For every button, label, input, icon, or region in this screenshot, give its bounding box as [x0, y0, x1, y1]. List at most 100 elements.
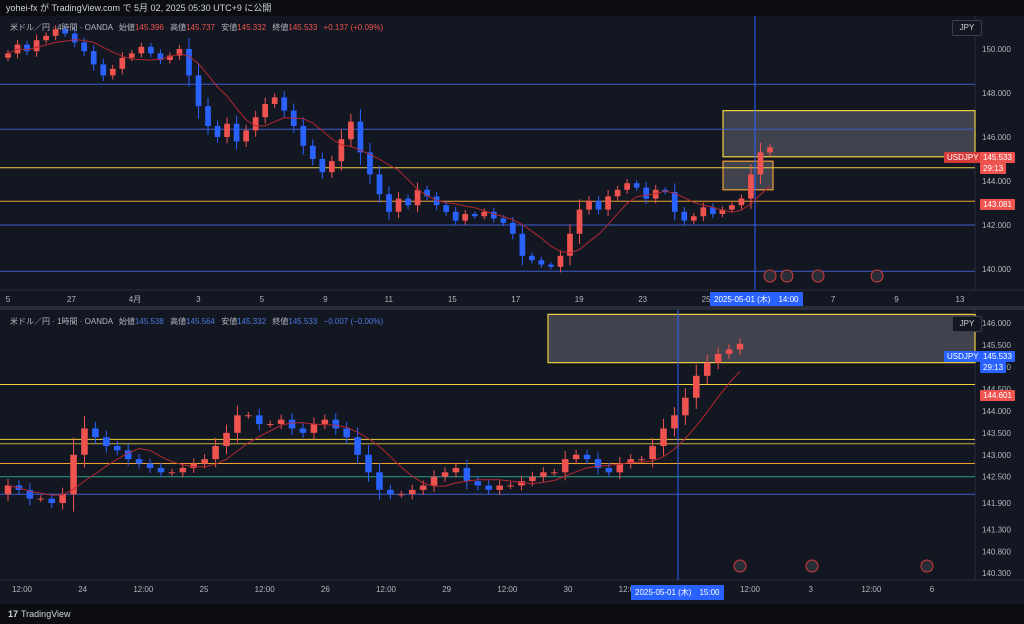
candle-body: [281, 97, 288, 111]
candle-body: [233, 123, 240, 142]
price-tick-label: 141.900: [982, 499, 1011, 508]
candle-body: [509, 222, 516, 234]
currency-button[interactable]: JPY: [952, 316, 982, 332]
candle-body: [201, 459, 208, 464]
candle-body: [332, 419, 340, 429]
candle-body: [24, 44, 30, 52]
candle-body: [343, 428, 350, 438]
high-label: 高値: [170, 317, 187, 326]
tradingview-logo-icon: 17: [8, 609, 19, 619]
candle-body: [767, 147, 773, 153]
change-value: +0.137 (+0.09%): [323, 23, 384, 32]
chart-pane-4h[interactable]: 150.000 148.000 146.000 144.000 142.000 140.0…: [0, 16, 1024, 307]
candle-body: [309, 145, 316, 159]
low-value: 145.332: [237, 23, 267, 32]
price-tick-label: 146.000: [982, 319, 1011, 328]
high-label: 高値: [170, 23, 187, 32]
candle-body: [224, 123, 230, 137]
candle-body: [354, 437, 361, 455]
high-value: 145.737: [186, 23, 215, 32]
candle-body: [271, 97, 278, 104]
time-tick-label: 11: [385, 295, 394, 304]
economic-event-icon: [870, 269, 884, 283]
candle-body: [33, 40, 40, 52]
time-tick-label: 7: [831, 295, 836, 304]
candle-body: [725, 349, 733, 354]
candle-body: [561, 459, 569, 473]
candle-body: [338, 139, 345, 162]
economic-event-icon: [763, 269, 777, 283]
legend-1h: 米ドル／円 · 1時間 · OANDA 始値145.538 高値145.564 …: [10, 316, 383, 327]
time-tick-label: 13: [956, 295, 965, 304]
candle-body: [186, 49, 192, 76]
candle-body: [550, 472, 558, 474]
candle-body: [81, 428, 88, 455]
time-tick-label: 12:00: [497, 585, 518, 594]
price-tick-label: 142.000: [982, 221, 1011, 230]
candle-body: [614, 189, 621, 197]
chart-canvas-1h[interactable]: 146.000145.500145.000144.500144.000143.5…: [0, 310, 1024, 604]
candle-body: [605, 196, 611, 210]
time-tick-label: 12:00: [12, 585, 33, 594]
candle-body: [583, 454, 591, 460]
economic-event-icon: [780, 269, 794, 283]
time-tick-label: 23: [638, 295, 647, 304]
low-label: 安値: [221, 23, 238, 32]
candle-body: [395, 198, 402, 212]
candle-body: [387, 489, 394, 495]
candle-body: [700, 207, 707, 217]
open-label: 始値: [118, 23, 135, 32]
candle-body: [262, 104, 269, 118]
candle-body: [462, 214, 469, 221]
economic-event-icon: [733, 559, 747, 573]
candle-body: [757, 152, 764, 175]
candle-body: [135, 459, 143, 464]
currency-button[interactable]: JPY: [952, 20, 982, 36]
candle-body: [300, 126, 307, 146]
candle-body: [266, 424, 274, 426]
candle-body: [595, 200, 602, 210]
candle-body: [386, 194, 392, 212]
candle-body: [113, 446, 121, 451]
time-tick-label: 24: [78, 585, 87, 594]
time-tick-label: 12:00: [255, 585, 276, 594]
price-tick-label: 140.000: [982, 265, 1011, 274]
chart-canvas-4h[interactable]: 150.000 148.000 146.000 144.000 142.000 140.0…: [0, 16, 1024, 306]
candle-body: [485, 485, 492, 490]
candle-body: [212, 446, 219, 460]
candle-body: [693, 375, 700, 398]
header-text: yohei-fx が TradingView.com で 5月 02, 2025…: [6, 3, 272, 13]
open-value: 145.396: [134, 23, 164, 32]
candle-body: [59, 494, 66, 504]
candle-body: [481, 211, 488, 217]
candle-body: [605, 467, 613, 473]
candle-body: [690, 216, 697, 221]
last-price-tag: 145.533: [980, 152, 1015, 163]
candle-body: [398, 494, 405, 496]
chart-pane-1h[interactable]: 146.000145.500145.000144.500144.000143.5…: [0, 310, 1024, 604]
price-tick-label: 143.500: [982, 429, 1011, 438]
time-tick-label: 15: [448, 295, 457, 304]
price-tick-label: 146.000: [982, 133, 1011, 142]
legend-4h: 米ドル／円 · 4時間 · OANDA 始値145.396 高値145.737 …: [10, 22, 383, 33]
time-tick-label: 12:00: [861, 585, 882, 594]
symbol-tag: USDJPY: [944, 351, 982, 362]
candle-body: [205, 106, 211, 126]
candle-body: [529, 476, 536, 482]
candle-body: [463, 467, 471, 482]
time-tick-label: 30: [564, 585, 573, 594]
candle-body: [557, 255, 564, 267]
candle-body: [638, 459, 645, 461]
brand-label: TradingView: [21, 609, 71, 619]
time-tick-label: 26: [321, 585, 330, 594]
candle-body: [328, 161, 335, 173]
close-value: 145.533: [288, 23, 318, 32]
legend-symbol: 米ドル／円 · 1時間 · OANDA: [10, 317, 113, 326]
candle-body: [736, 343, 744, 350]
candle-body: [37, 498, 45, 500]
candle-body: [70, 454, 77, 495]
candle-body: [357, 121, 364, 153]
time-tick-label: 12:00: [133, 585, 154, 594]
time-tick-label: 9: [894, 295, 899, 304]
price-tick-label: 143.000: [982, 451, 1011, 460]
